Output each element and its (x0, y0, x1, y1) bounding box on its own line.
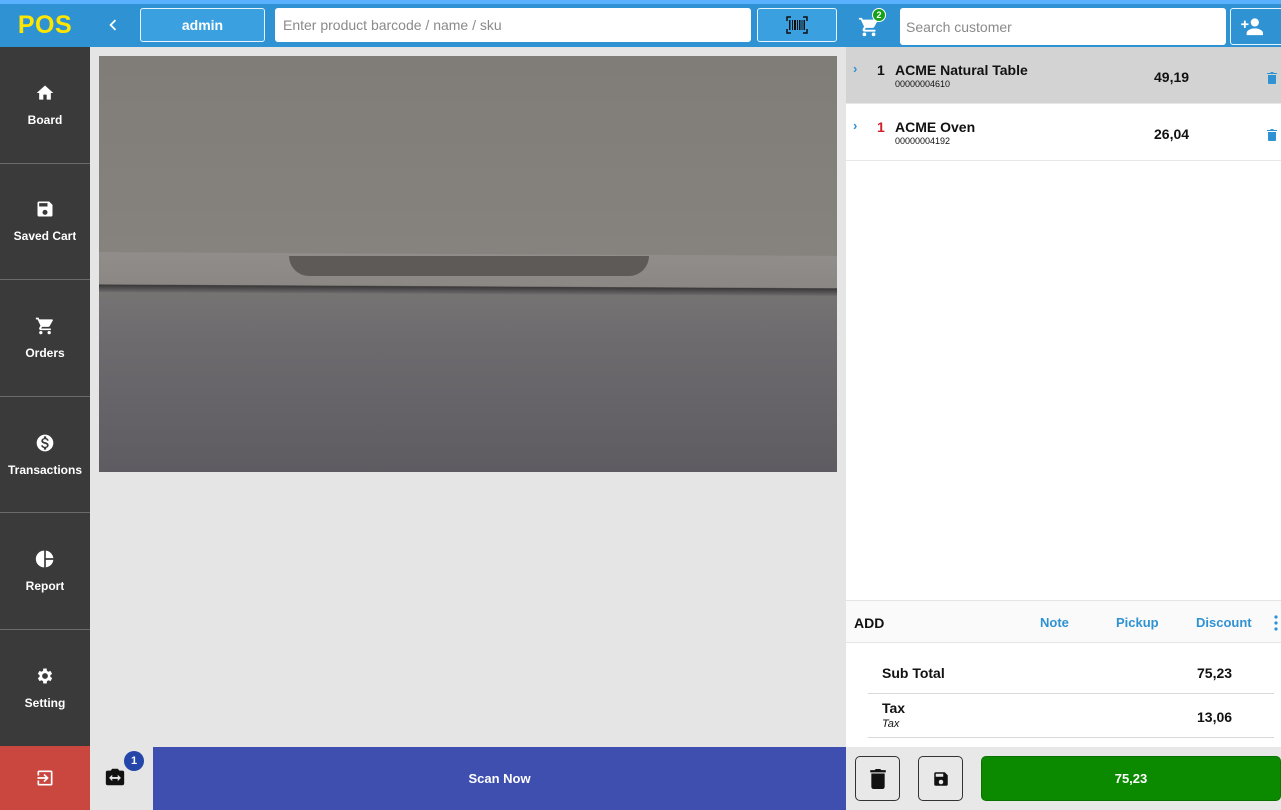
top-bar: admin (90, 4, 846, 47)
gear-icon (37, 668, 53, 684)
pie-chart-icon (35, 550, 54, 568)
logout-button[interactable] (0, 746, 90, 810)
sidebar-item-board[interactable]: Board (0, 47, 90, 164)
switch-camera-button[interactable] (104, 766, 128, 790)
sidebar-item-label: Saved Cart (13, 229, 77, 244)
back-button[interactable] (102, 14, 124, 36)
pay-button[interactable]: 75,23 (981, 756, 1281, 801)
camera-image-surface (99, 56, 837, 256)
item-price: 49,19 (1154, 69, 1190, 85)
totals-panel: Sub Total 75,23 Tax Tax 13,06 (846, 643, 1281, 747)
cart-item-row[interactable]: › 1 ACME Natural Table 00000004610 49,19 (846, 47, 1281, 104)
item-name: ACME Natural Table (895, 62, 1028, 78)
note-button[interactable]: Note (1040, 615, 1069, 630)
cart-header: 2 (846, 4, 1281, 47)
sidebar-item-label: Setting (24, 695, 66, 710)
subtotal-label: Sub Total (882, 665, 945, 681)
sidebar: POS Board Saved Cart Orders Transactions… (0, 4, 90, 810)
tax-row: Tax Tax 13,06 (868, 694, 1274, 738)
item-sku: 00000004192 (895, 136, 951, 146)
item-name: ACME Oven (895, 119, 976, 135)
chevron-left-icon (109, 19, 117, 31)
tax-value: 13,06 (1197, 709, 1233, 725)
trash-icon (1267, 129, 1277, 141)
camera-image-notch (289, 256, 649, 276)
save-cart-button[interactable] (918, 756, 963, 801)
sidebar-item-saved-cart[interactable]: Saved Cart (0, 164, 90, 281)
add-label: ADD (854, 615, 885, 631)
cart-icon (35, 317, 53, 335)
cart-count-badge: 2 (872, 8, 886, 22)
customer-search-input[interactable] (900, 8, 1226, 45)
pickup-button[interactable]: Pickup (1116, 615, 1159, 630)
home-icon (36, 85, 54, 100)
item-sku: 00000004610 (895, 79, 951, 89)
checkout-bar: 75,23 (846, 747, 1281, 810)
cart-actions-bar: ADD Note Pickup Discount (846, 600, 1281, 643)
cart-list: › 1 ACME Natural Table 00000004610 49,19… (846, 47, 1281, 600)
app-logo: POS (0, 4, 90, 47)
product-search-input[interactable] (275, 8, 751, 42)
add-customer-button[interactable] (1230, 8, 1281, 45)
camera-count-badge: 1 (124, 751, 144, 771)
trash-icon (869, 768, 886, 789)
sidebar-item-label: Board (27, 112, 63, 127)
person-add-icon (1241, 17, 1263, 35)
sidebar-item-label: Report (25, 579, 65, 594)
item-quantity[interactable]: 1 (877, 62, 885, 78)
sidebar-item-label: Orders (25, 345, 65, 360)
dollar-icon (36, 434, 54, 451)
logout-icon (37, 770, 53, 786)
more-vertical-icon[interactable] (1274, 615, 1278, 631)
save-icon (933, 771, 948, 786)
discount-button[interactable]: Discount (1196, 615, 1252, 630)
tax-sublabel: Tax (882, 718, 900, 730)
tax-label: Tax (882, 700, 906, 716)
sidebar-item-report[interactable]: Report (0, 513, 90, 630)
subtotal-row: Sub Total 75,23 (868, 643, 1274, 694)
camera-switch-icon (105, 768, 125, 786)
delete-item-button[interactable] (1267, 71, 1277, 84)
trash-icon (1267, 72, 1277, 84)
logo-text: POS (17, 11, 73, 39)
scan-now-button[interactable]: Scan Now (153, 747, 846, 810)
barcode-scan-button[interactable] (757, 8, 837, 42)
item-quantity[interactable]: 1 (877, 119, 885, 135)
item-price: 26,04 (1154, 126, 1190, 142)
sidebar-item-setting[interactable]: Setting (0, 630, 90, 747)
camera-preview (99, 56, 837, 472)
sidebar-item-label: Transactions (7, 462, 83, 477)
user-button[interactable]: admin (140, 8, 265, 42)
subtotal-value: 75,23 (1197, 665, 1233, 681)
chevron-right-icon[interactable]: › (853, 61, 857, 76)
chevron-right-icon[interactable]: › (853, 118, 857, 133)
clear-cart-button[interactable] (855, 756, 900, 801)
sidebar-item-orders[interactable]: Orders (0, 280, 90, 397)
sidebar-item-transactions[interactable]: Transactions (0, 397, 90, 514)
save-icon (37, 201, 53, 217)
barcode-icon (786, 16, 808, 34)
delete-item-button[interactable] (1267, 128, 1277, 141)
cart-item-row[interactable]: › 1 ACME Oven 00000004192 26,04 (846, 104, 1281, 161)
